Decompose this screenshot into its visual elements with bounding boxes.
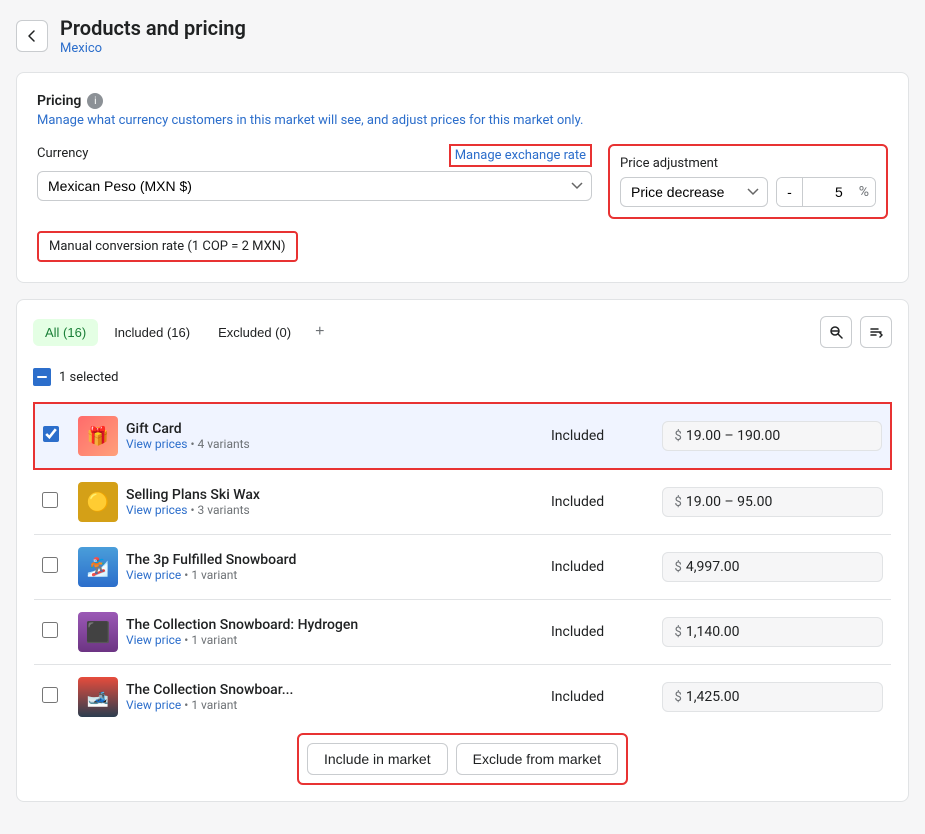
product-checkbox-gift-card[interactable]	[43, 426, 59, 442]
table-row: 🎁 Gift Card View prices • 4 variants	[34, 403, 891, 469]
table-row: ⬛ The Collection Snowboard: Hydrogen Vie…	[34, 600, 891, 665]
product-status-collection: Included	[551, 689, 604, 705]
info-icon[interactable]: i	[87, 93, 103, 109]
product-image-snowboard-3p: 🏂	[78, 547, 118, 587]
pricing-description: Manage what currency customers in this m…	[37, 113, 888, 128]
product-variants-collection: 1 variant	[191, 698, 237, 712]
product-price-hydrogen: $ 1,140.00	[662, 617, 883, 647]
product-checkbox-collection[interactable]	[42, 687, 58, 703]
product-table: 🎁 Gift Card View prices • 4 variants	[33, 402, 892, 729]
product-price-ski-wax: $ 19.00 – 95.00	[662, 487, 883, 517]
table-row: 🏂 The 3p Fulfilled Snowboard View price …	[34, 535, 891, 600]
product-meta-gift-card: View prices • 4 variants	[126, 437, 250, 451]
products-card: All (16) Included (16) Excluded (0) +	[16, 299, 909, 802]
view-prices-link-gift-card[interactable]: View prices	[126, 437, 187, 451]
view-price-link-collection[interactable]: View price	[126, 698, 181, 712]
price-adjustment-select[interactable]: Price decrease	[620, 177, 768, 207]
product-checkbox-snowboard-3p[interactable]	[42, 557, 58, 573]
product-name-collection: The Collection Snowboar...	[126, 682, 293, 698]
product-price-snowboard-3p: $ 4,997.00	[662, 552, 883, 582]
product-variants-hydrogen: 1 variant	[191, 633, 237, 647]
product-name-gift-card: Gift Card	[126, 421, 250, 437]
product-image-hydrogen: ⬛	[78, 612, 118, 652]
include-in-market-button[interactable]: Include in market	[307, 743, 448, 775]
product-variants-gift-card: 4 variants	[198, 437, 250, 451]
deselect-all-button[interactable]	[33, 368, 51, 386]
selected-count-label: 1 selected	[59, 370, 118, 385]
search-filter-button[interactable]	[820, 316, 852, 348]
product-image-collection: 🎿	[78, 677, 118, 717]
product-name-snowboard-3p: The 3p Fulfilled Snowboard	[126, 552, 296, 568]
price-decrease-percent: %	[853, 178, 875, 206]
product-meta-snowboard-3p: View price • 1 variant	[126, 568, 296, 582]
tab-add-button[interactable]: +	[307, 319, 332, 345]
product-price-collection: $ 1,425.00	[662, 682, 883, 712]
product-checkbox-ski-wax[interactable]	[42, 492, 58, 508]
action-bar: Include in market Exclude from market	[297, 733, 628, 785]
product-status-snowboard-3p: Included	[551, 559, 604, 575]
price-decrease-minus-button[interactable]: -	[777, 178, 803, 206]
product-status-ski-wax: Included	[551, 494, 604, 510]
currency-select[interactable]: Mexican Peso (MXN $)	[37, 171, 592, 201]
product-image-ski-wax: 🟡	[78, 482, 118, 522]
view-price-link-snowboard-3p[interactable]: View price	[126, 568, 181, 582]
price-adjustment-box: Price adjustment Price decrease - %	[608, 144, 888, 219]
product-name-hydrogen: The Collection Snowboard: Hydrogen	[126, 617, 358, 633]
tab-included[interactable]: Included (16)	[102, 319, 202, 346]
tab-excluded[interactable]: Excluded (0)	[206, 319, 303, 346]
price-adjustment-input-group: - %	[776, 177, 876, 207]
page-subtitle[interactable]: Mexico	[60, 41, 102, 56]
product-checkbox-hydrogen[interactable]	[42, 622, 58, 638]
product-variants-snowboard-3p: 1 variant	[191, 568, 237, 582]
view-prices-link-ski-wax[interactable]: View prices	[126, 503, 187, 517]
manage-exchange-link[interactable]: Manage exchange rate	[449, 144, 592, 167]
product-variants-ski-wax: 3 variants	[198, 503, 250, 517]
page-title: Products and pricing	[60, 16, 246, 40]
product-meta-collection: View price • 1 variant	[126, 698, 293, 712]
manual-rate-box: Manual conversion rate (1 COP = 2 MXN)	[37, 231, 298, 262]
currency-label: Currency	[37, 146, 88, 161]
product-status-gift-card: Included	[551, 428, 604, 444]
tab-all[interactable]: All (16)	[33, 319, 98, 346]
sort-button[interactable]	[860, 316, 892, 348]
table-row: 🟡 Selling Plans Ski Wax View prices • 3 …	[34, 469, 891, 535]
product-name-ski-wax: Selling Plans Ski Wax	[126, 487, 260, 503]
tabs-bar: All (16) Included (16) Excluded (0) +	[33, 316, 892, 348]
product-status-hydrogen: Included	[551, 624, 604, 640]
pricing-card: Pricing i Manage what currency customers…	[16, 72, 909, 283]
product-image-gift-card: 🎁	[78, 416, 118, 456]
exclude-from-market-button[interactable]: Exclude from market	[456, 743, 618, 775]
back-button[interactable]	[16, 20, 48, 52]
pricing-title: Pricing	[37, 93, 81, 109]
selected-bar: 1 selected	[33, 360, 892, 394]
product-price-gift-card: $ 19.00 – 190.00	[662, 421, 882, 451]
view-price-link-hydrogen[interactable]: View price	[126, 633, 181, 647]
product-meta-hydrogen: View price • 1 variant	[126, 633, 358, 647]
price-adjustment-label: Price adjustment	[620, 156, 876, 171]
product-meta-ski-wax: View prices • 3 variants	[126, 503, 260, 517]
table-row: 🎿 The Collection Snowboar... View price …	[34, 665, 891, 730]
price-decrease-value-input[interactable]	[803, 178, 853, 206]
